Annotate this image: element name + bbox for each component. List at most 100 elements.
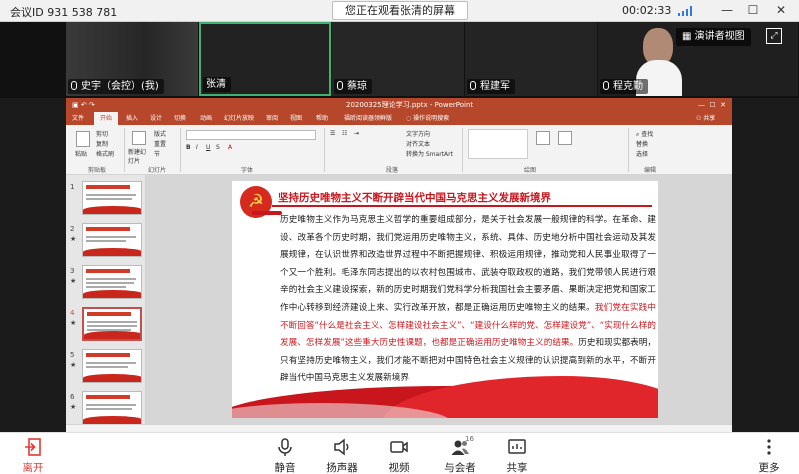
leave-button[interactable]: 离开 <box>8 435 58 474</box>
top-bar: 会议ID 931 538 781 您正在观看张清的屏幕 00:02:33 — ☐… <box>0 0 799 22</box>
paste-button[interactable]: 粘贴 <box>75 149 87 158</box>
tell-me-search[interactable]: ◌ 操作说明搜索 <box>406 112 449 125</box>
slide-number: 1 <box>70 183 75 191</box>
slide-thumbnail[interactable] <box>82 391 142 425</box>
maximize-icon[interactable]: ☐ <box>744 1 762 20</box>
slide-number: 3 <box>70 267 75 275</box>
new-slide-button[interactable]: 新建幻灯片 <box>128 147 148 165</box>
list-buttons[interactable]: ☰ ☷ ⇥ <box>330 130 386 140</box>
italic-icon[interactable]: I <box>196 144 198 151</box>
mic-icon <box>337 81 343 90</box>
section-button[interactable]: 节 <box>154 149 160 158</box>
more-button[interactable]: 更多 <box>744 435 794 474</box>
tab-home[interactable]: 开始 <box>94 112 119 125</box>
mic-icon <box>603 81 609 90</box>
tab-review[interactable]: 审阅 <box>266 112 278 125</box>
current-slide[interactable]: ☭ 坚持历史唯物主义不断开辟当代中国马克思主义发展新境界 历史唯物主义作为马克思… <box>232 181 658 418</box>
slide-number: 5 <box>70 351 75 359</box>
copy-button[interactable]: 复制 <box>96 139 108 148</box>
arrange-icon[interactable] <box>536 131 550 145</box>
format-painter-button[interactable]: 格式刷 <box>96 149 114 158</box>
share-screen-button[interactable]: 共享 <box>492 435 542 474</box>
slide-thumbnail-selected[interactable] <box>82 307 142 341</box>
close-icon[interactable]: ✕ <box>772 1 790 20</box>
numbering-icon[interactable]: ☷ <box>342 130 347 137</box>
cut-button[interactable]: 剪切 <box>96 129 108 138</box>
participant-tile-active[interactable]: 张清 <box>199 22 331 96</box>
tab-help[interactable]: 帮助 <box>316 112 328 125</box>
participant-tile[interactable]: 蔡琼 <box>332 22 464 96</box>
share-status-banner: 您正在观看张清的屏幕 <box>332 1 468 20</box>
slide-thumbnail[interactable] <box>82 223 142 257</box>
underline-icon[interactable]: U <box>206 144 210 151</box>
quick-styles-icon[interactable] <box>558 131 572 145</box>
ppt-window-controls[interactable]: — ☐ ✕ <box>698 98 726 112</box>
slide-body-text: 历史唯物主义作为马克思主义哲学的重要组成部分，是关于社会发展一般规律的科学。在革… <box>280 212 656 388</box>
new-slide-icon[interactable] <box>132 131 146 145</box>
tab-design[interactable]: 设计 <box>150 112 162 125</box>
tab-insert[interactable]: 插入 <box>126 112 138 125</box>
video-label: 视频 <box>388 462 410 474</box>
tab-slideshow[interactable]: 幻灯片放映 <box>224 112 254 125</box>
indent-icon[interactable]: ⇥ <box>354 130 359 137</box>
bullets-icon[interactable]: ☰ <box>330 130 335 137</box>
paste-icon[interactable] <box>76 131 90 147</box>
align-text-button[interactable]: 对齐文本 <box>406 139 430 148</box>
grid-icon: ▦ <box>682 31 695 42</box>
mute-label: 静音 <box>274 462 296 474</box>
ppt-document-title: 20200325理论学习.pptx - PowerPoint <box>346 101 474 109</box>
smartart-button[interactable]: 转换为 SmartArt <box>406 149 453 158</box>
find-button[interactable]: ⌕ 查找 <box>636 129 653 139</box>
select-button[interactable]: 选择 <box>636 149 648 158</box>
participants-label: 与会者 <box>444 462 476 474</box>
font-format-buttons[interactable]: B I U S A <box>186 144 316 154</box>
tab-transitions[interactable]: 切换 <box>174 112 186 125</box>
speaker-label: 扬声器 <box>326 462 358 474</box>
speaker-view-button[interactable]: ▦ 演讲者视图 <box>676 28 751 46</box>
speaker-icon <box>334 438 349 456</box>
ppt-status-bar <box>66 424 732 432</box>
ribbon-divider <box>124 128 125 172</box>
font-color-icon[interactable]: A <box>228 144 232 151</box>
slide-thumbnail[interactable] <box>82 349 142 383</box>
replace-button[interactable]: 替换 <box>636 139 648 148</box>
participant-tile[interactable]: 史宇（会控）(我) <box>66 22 198 96</box>
slide-thumbnail-pane[interactable]: 1 2 ★ 3 ★ 4 ★ 5 ★ 6 ★ <box>66 175 146 432</box>
text-direction-button[interactable]: 文字方向 <box>406 129 430 138</box>
meeting-id[interactable]: 会议ID 931 538 781 <box>10 4 117 20</box>
shapes-gallery[interactable] <box>468 129 528 159</box>
font-name-dropdown[interactable] <box>186 130 316 140</box>
strikethrough-icon[interactable]: S <box>216 144 220 151</box>
ribbon-divider <box>180 128 181 172</box>
tab-animations[interactable]: 动画 <box>200 112 212 125</box>
title-swoosh <box>252 211 282 215</box>
ribbon-divider <box>324 128 325 172</box>
tab-view[interactable]: 视图 <box>290 112 302 125</box>
video-button[interactable]: 视频 <box>374 435 424 474</box>
mute-button[interactable]: 静音 <box>260 435 310 474</box>
more-label: 更多 <box>758 462 780 474</box>
mic-icon <box>470 81 476 90</box>
quick-access-icons[interactable]: ▣ ↶ ↷ <box>72 98 95 112</box>
participants-button[interactable]: 16 与会者 <box>435 435 485 474</box>
signal-icon[interactable] <box>678 6 692 16</box>
share-screen-icon <box>508 439 526 454</box>
slide-thumbnail[interactable] <box>82 181 142 215</box>
fullscreen-icon[interactable]: ⤢ <box>766 28 782 44</box>
tab-foxit[interactable]: 福昕阅读器领鲜版 <box>344 112 392 125</box>
reset-button[interactable]: 重置 <box>154 139 166 148</box>
body-text: 历史唯物主义作为马克思主义哲学的重要组成部分，是关于社会发展一般规律的科学。在革… <box>280 215 656 313</box>
speaker-button[interactable]: 扬声器 <box>317 435 367 474</box>
bold-icon[interactable]: B <box>186 144 191 151</box>
layout-button[interactable]: 版式 <box>154 129 166 138</box>
participant-strip: 史宇（会控）(我) 张清 蔡琼 程建军 程克勤 ▦ 演讲者视图 ⤢ <box>0 22 799 98</box>
participant-tile[interactable]: 程建军 <box>465 22 597 96</box>
slide-thumbnail[interactable] <box>82 265 142 299</box>
minimize-icon[interactable]: — <box>718 1 736 20</box>
shared-screen: ▣ ↶ ↷ 20200325理论学习.pptx - PowerPoint — ☐… <box>66 98 732 432</box>
ribbon-divider <box>462 128 463 172</box>
tab-file[interactable]: 文件 <box>72 112 84 125</box>
share-button[interactable]: ⚇ 共享 <box>696 112 715 125</box>
star-icon: ★ <box>70 277 77 285</box>
group-font: 字体 <box>241 167 254 174</box>
